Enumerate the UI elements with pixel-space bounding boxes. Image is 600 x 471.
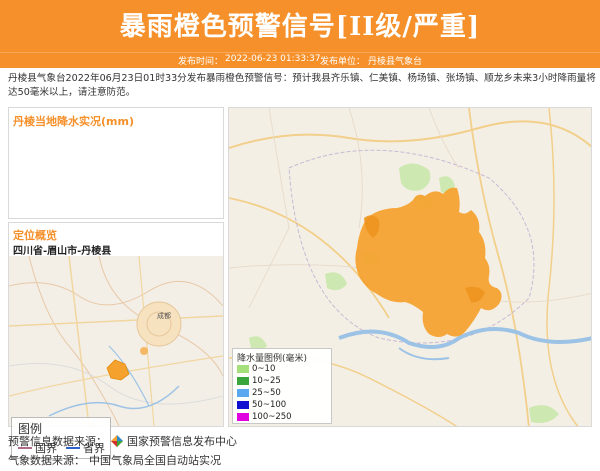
rainfall-swatch-icon xyxy=(237,365,249,373)
location-map-svg: 成都 xyxy=(8,255,224,427)
location-name: 四川省-眉山市-丹棱县 xyxy=(13,246,112,257)
rainfall-legend-item: 100~250 xyxy=(237,412,292,422)
warning-title: 暴雨橙色预警信号[II级/严重] xyxy=(119,12,481,42)
warning-source-label: 预警信息数据来源： xyxy=(8,435,107,448)
warning-source: 预警信息数据来源： 国家预警信息发布中心 xyxy=(8,433,237,449)
rainfall-legend-item: 50~100 xyxy=(237,400,286,410)
location-panel-title: 定位概览 xyxy=(13,229,57,242)
weather-data-source: 气象数据来源： 中国气象局全国自动站实况 xyxy=(8,452,221,468)
weather-source-label: 气象数据来源： xyxy=(8,454,85,467)
rainfall-legend-label: 50~100 xyxy=(252,400,287,410)
location-map[interactable]: 成都 图例 国界 省界 xyxy=(8,255,224,459)
warning-header: 暴雨橙色预警信号[II级/严重] xyxy=(0,0,600,52)
rainfall-legend-label: 100~250 xyxy=(252,412,292,422)
warning-area-map[interactable]: 降水量图例(毫米) 0~10 10~25 25~50 50~100 100~25… xyxy=(228,107,592,427)
rainfall-legend-label: 10~25 xyxy=(252,376,281,386)
rainfall-legend-label: 0~10 xyxy=(252,364,276,374)
weather-source-value: 中国气象局全国自动站实况 xyxy=(89,454,221,467)
rainfall-swatch-icon xyxy=(237,377,249,385)
rainfall-swatch-icon xyxy=(237,389,249,397)
warning-notice: 丹棱县气象台2022年06月23日01时33分发布暴雨橙色预警信号：预计我县齐乐… xyxy=(8,73,596,98)
location-overview-panel: 定位概览 四川省-眉山市-丹棱县 成都 图例 国界 省界 xyxy=(8,222,224,459)
publish-time-label: 发布时间： xyxy=(178,57,224,67)
rainfall-legend-item: 10~25 xyxy=(237,376,281,386)
rainfall-legend-label: 25~50 xyxy=(252,388,281,398)
early-warning-logo-icon xyxy=(111,435,123,447)
rainfall-swatch-icon xyxy=(237,401,249,409)
rainfall-legend-item: 0~10 xyxy=(237,364,275,374)
rainfall-swatch-icon xyxy=(237,413,249,421)
rain-observation-panel: 丹棱当地降水实况(mm) xyxy=(8,107,224,219)
warning-source-value: 国家预警信息发布中心 xyxy=(127,435,237,448)
publisher-label: 发布单位： xyxy=(320,57,366,67)
rainfall-legend: 降水量图例(毫米) 0~10 10~25 25~50 50~100 100~25… xyxy=(232,348,332,424)
city-label-chengdu: 成都 xyxy=(157,311,171,320)
rain-panel-title: 丹棱当地降水实况(mm) xyxy=(13,115,134,128)
rainfall-legend-item: 25~50 xyxy=(237,388,281,398)
publish-time: 2022-06-23 01:33:37 xyxy=(225,54,321,64)
rainfall-legend-title: 降水量图例(毫米) xyxy=(237,354,308,364)
publisher: 丹棱县气象台 xyxy=(368,57,423,67)
publish-info-bar: 发布时间： 2022-06-23 01:33:37 发布单位： 丹棱县气象台 xyxy=(0,52,600,68)
